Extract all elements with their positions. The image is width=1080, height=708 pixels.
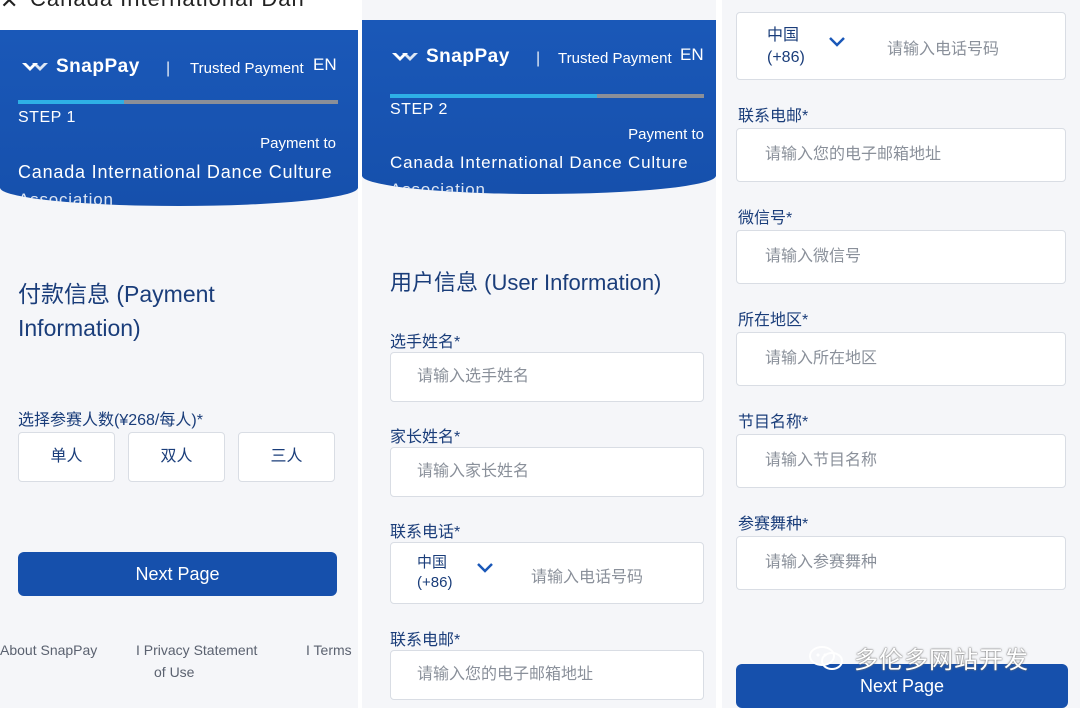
dance-type-input[interactable]: 请输入参赛舞种: [736, 536, 1066, 590]
participant-count-label: 选择参赛人数(¥268/每人)*: [18, 412, 203, 429]
country-code-select[interactable]: 中国 (+86): [417, 553, 452, 593]
about-snappay-link[interactable]: About SnapPay: [0, 642, 97, 658]
close-icon[interactable]: ✕: [0, 0, 18, 14]
wechat-icon: [809, 645, 843, 670]
section-title: 用户信息 (User Information): [390, 270, 662, 295]
terms-of-use-link[interactable]: I Terms: [306, 642, 352, 658]
section-title-line2: Information): [18, 315, 141, 341]
header-divider: |: [166, 60, 171, 77]
player-name-label: 选手姓名*: [390, 334, 461, 351]
terms-of-use-link-cont[interactable]: of Use: [154, 664, 194, 680]
snappay-logo: SnapPay: [20, 56, 140, 78]
merchant-name: Canada International Dance Culture: [390, 153, 689, 172]
parent-name-input[interactable]: 请输入家长姓名: [390, 447, 704, 497]
wechat-label: 微信号*: [738, 210, 793, 227]
payment-info-screen: ✕ Canada International Dan SnapPay | Tru…: [0, 0, 358, 708]
step-label: STEP 1: [18, 109, 76, 126]
wechat-input[interactable]: 请输入微信号: [736, 230, 1066, 284]
option-triple-button[interactable]: 三人: [238, 432, 335, 482]
watermark: 多伦多网站开发: [808, 640, 1029, 675]
step-progress-fill: [390, 94, 598, 98]
watermark-text: 多伦多网站开发: [854, 647, 1029, 674]
chevron-down-icon[interactable]: [827, 35, 847, 49]
snappay-logo: SnapPay: [390, 46, 510, 68]
program-name-label: 节目名称*: [738, 414, 809, 431]
phone-input[interactable]: 请输入电话号码: [531, 563, 643, 587]
country-name: 中国: [417, 554, 448, 571]
region-label: 所在地区*: [738, 312, 809, 329]
country-code: (+86): [767, 49, 805, 66]
country-name: 中国: [767, 27, 800, 44]
step-progress-bar: [390, 94, 704, 98]
phone-label: 联系电话*: [390, 524, 461, 541]
payment-to-label: Payment to: [260, 135, 336, 152]
step-progress-bar: [18, 100, 338, 104]
user-info-screen-scrolled: 中国 (+86) 请输入电话号码 联系电邮* 请输入您的电子邮箱地址 微信号* …: [722, 0, 1080, 708]
section-title: 付款信息 (Payment Information): [18, 277, 215, 345]
email-input[interactable]: 请输入您的电子邮箱地址: [736, 128, 1066, 182]
email-label: 联系电邮*: [738, 108, 809, 125]
trusted-payment-label: Trusted Payment: [558, 50, 672, 67]
option-double-button[interactable]: 双人: [128, 432, 225, 482]
payment-to-label: Payment to: [628, 126, 704, 143]
brand-name: SnapPay: [426, 46, 510, 67]
step-label: STEP 2: [390, 101, 448, 118]
merchant-name-cont: Association: [390, 180, 486, 194]
top-bar: ✕ Canada International Dan: [0, 0, 358, 30]
country-code: (+86): [417, 574, 453, 591]
page-title: Canada International Dan: [30, 0, 305, 12]
chevron-down-icon[interactable]: [475, 561, 495, 575]
trusted-payment-label: Trusted Payment: [190, 60, 304, 77]
email-input[interactable]: 请输入您的电子邮箱地址: [390, 650, 704, 700]
payment-header: SnapPay | Trusted Payment EN STEP 2 Paym…: [362, 20, 716, 194]
country-code-select[interactable]: 中国 (+86): [767, 25, 805, 69]
merchant-name-cont: Association: [18, 190, 114, 206]
privacy-statement-link[interactable]: I Privacy Statement: [136, 642, 257, 658]
program-name-input[interactable]: 请输入节目名称: [736, 434, 1066, 488]
step-progress-fill: [18, 100, 124, 104]
brand-name: SnapPay: [56, 56, 140, 77]
phone-field: 中国 (+86) 请输入电话号码: [390, 542, 704, 604]
dance-type-label: 参赛舞种*: [738, 516, 809, 533]
user-info-screen: SnapPay | Trusted Payment EN STEP 2 Paym…: [362, 0, 716, 708]
player-name-input[interactable]: 请输入选手姓名: [390, 352, 704, 402]
payment-header: SnapPay | Trusted Payment EN STEP 1 Paym…: [0, 30, 358, 206]
email-label: 联系电邮*: [390, 632, 461, 649]
snappay-logo-icon: [22, 63, 48, 71]
parent-name-label: 家长姓名*: [390, 429, 461, 446]
region-input[interactable]: 请输入所在地区: [736, 332, 1066, 386]
section-title-line1: 付款信息 (Payment: [18, 281, 215, 307]
language-toggle[interactable]: EN: [313, 55, 337, 75]
merchant-name: Canada International Dance Culture: [18, 162, 333, 182]
option-single-button[interactable]: 单人: [18, 432, 115, 482]
snappay-logo-icon: [392, 53, 418, 61]
next-page-button[interactable]: Next Page: [18, 552, 337, 596]
phone-input[interactable]: 请输入电话号码: [887, 35, 999, 59]
phone-field: 中国 (+86) 请输入电话号码: [736, 12, 1066, 80]
header-divider: |: [536, 50, 541, 67]
language-toggle[interactable]: EN: [680, 45, 704, 65]
